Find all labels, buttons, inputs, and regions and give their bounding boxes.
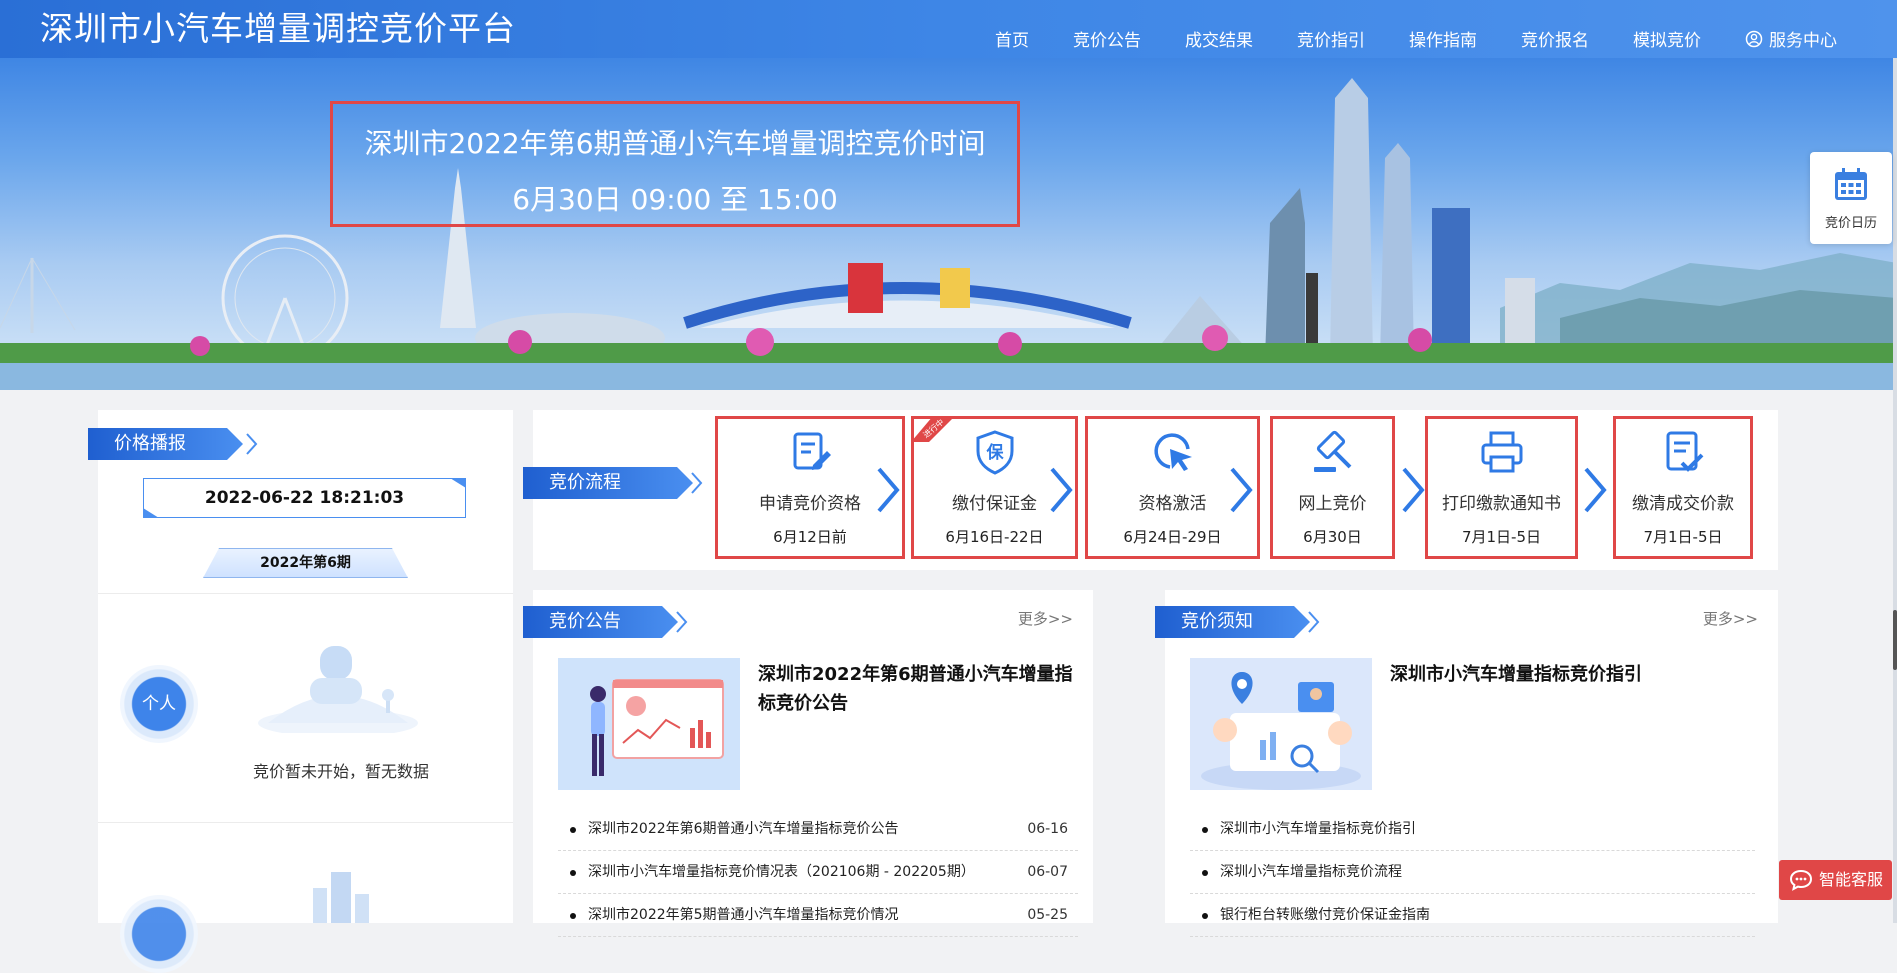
chevron-right-icon	[1050, 467, 1073, 513]
notice-ribbon: 竞价须知	[1155, 606, 1310, 638]
checklist-icon	[1666, 431, 1704, 472]
calendar-icon	[1835, 168, 1867, 200]
chat-bubble-icon	[1789, 869, 1813, 891]
process-step-print-notice[interactable]: 打印缴款通知书 7月1日-5日	[1425, 416, 1578, 559]
list-item[interactable]: 银行柜台转账缴付竞价保证金指南	[1190, 894, 1755, 937]
notice-list: 深圳市小汽车增量指标竞价指引 深圳小汽车增量指标竞价流程 银行柜台转账缴付竞价保…	[1190, 808, 1755, 937]
chevron-right-icon	[691, 472, 703, 494]
announcements-more-link[interactable]: 更多>>	[1018, 608, 1073, 629]
auction-process-panel: 竞价流程 申请竞价资格 6月12日前 保 缴付保证金 6月16日-22日 进行中	[533, 410, 1778, 570]
presentation-illustration	[558, 658, 740, 790]
announcements-ribbon: 竞价公告	[523, 606, 678, 638]
scrollbar-thumb[interactable]	[1893, 610, 1897, 670]
printer-icon	[1481, 431, 1522, 473]
nav-guide[interactable]: 竞价指引	[1297, 26, 1365, 51]
building-illustration	[313, 872, 369, 923]
page-scrollbar[interactable]	[1893, 58, 1897, 923]
list-item[interactable]: 深圳市小汽车增量指标竞价指引	[1190, 808, 1755, 851]
list-item[interactable]: 深圳市小汽车增量指标竞价情况表（202106期 - 202205期） 06-07	[558, 851, 1078, 894]
people-network-illustration	[1190, 658, 1372, 790]
price-broadcast-panel: 价格播报 2022-06-22 18:21:03 2022年第6期 个人 竞价暂…	[98, 410, 513, 973]
divider	[98, 593, 513, 594]
notice-feature-title[interactable]: 深圳市小汽车增量指标竞价指引	[1390, 660, 1710, 689]
announcement-feature-title[interactable]: 深圳市2022年第6期普通小汽车增量指标竞价公告	[758, 660, 1078, 718]
chevron-right-icon	[1308, 611, 1320, 633]
company-badge[interactable]	[120, 895, 198, 973]
personal-badge[interactable]: 个人	[120, 665, 198, 743]
list-item[interactable]: 深圳市2022年第5期普通小汽车增量指标竞价情况 05-25	[558, 894, 1078, 937]
announcement-feature-image[interactable]	[558, 658, 740, 790]
period-tag: 2022年第6期	[203, 548, 408, 578]
announcements-title: 竞价公告	[549, 611, 621, 632]
chevron-right-icon	[877, 467, 900, 513]
empty-data-message: 竞价暂未开始，暂无数据	[253, 762, 430, 781]
notice-title: 竞价须知	[1181, 611, 1253, 632]
price-broadcast-title: 价格播报	[114, 433, 186, 454]
chevron-right-icon	[1584, 467, 1607, 513]
price-broadcast-ribbon: 价格播报	[88, 428, 243, 460]
nav-home[interactable]: 首页	[995, 26, 1029, 51]
divider	[98, 822, 513, 823]
process-step-bidding[interactable]: 网上竞价 6月30日	[1270, 416, 1395, 559]
process-title: 竞价流程	[549, 472, 621, 493]
user-circle-icon	[1745, 30, 1763, 47]
nav-register[interactable]: 竞价报名	[1521, 26, 1589, 51]
hero-banner: 深圳市2022年第6期普通小汽车增量调控竞价时间 6月30日 09:00 至 1…	[0, 58, 1897, 390]
in-progress-badge: 进行中	[911, 416, 955, 442]
cursor-click-icon	[1153, 433, 1192, 471]
edit-document-icon	[793, 432, 831, 470]
announcements-list: 深圳市2022年第6期普通小汽车增量指标竞价公告 06-16 深圳市小汽车增量指标…	[558, 808, 1078, 937]
svg-text:保: 保	[985, 442, 1004, 463]
nav-simulation[interactable]: 模拟竞价	[1633, 26, 1701, 51]
process-step-pay-balance[interactable]: 缴清成交价款 7月1日-5日	[1613, 416, 1753, 559]
main-nav: 首页 竞价公告 成交结果 竞价指引 操作指南 竞价报名 模拟竞价 服务中心	[951, 26, 1837, 51]
chevron-right-icon	[1402, 467, 1425, 513]
top-navbar: 深圳市小汽车增量调控竞价平台 首页 竞价公告 成交结果 竞价指引 操作指南 竞价…	[0, 0, 1897, 58]
list-item[interactable]: 深圳小汽车增量指标竞价流程	[1190, 851, 1755, 894]
notice-more-link[interactable]: 更多>>	[1703, 608, 1758, 629]
calendar-label: 竞价日历	[1824, 216, 1877, 231]
nav-service-center[interactable]: 服务中心	[1745, 26, 1837, 51]
shield-icon: 保	[976, 430, 1013, 475]
auction-calendar-widget[interactable]: 竞价日历	[1810, 152, 1892, 244]
chevron-right-icon	[676, 611, 688, 633]
nav-results[interactable]: 成交结果	[1185, 26, 1253, 51]
auction-time-title: 深圳市2022年第6期普通小汽车增量调控竞价时间	[364, 127, 986, 160]
site-title[interactable]: 深圳市小汽车增量调控竞价平台	[40, 2, 516, 50]
announcements-panel: 竞价公告 更多>> 深圳市2022年第6期普通小汽车增量指标竞价公告 深圳市20…	[533, 590, 1093, 937]
nav-manual[interactable]: 操作指南	[1409, 26, 1477, 51]
empty-data-illustration	[258, 646, 418, 733]
list-item[interactable]: 深圳市2022年第6期普通小汽车增量指标竞价公告 06-16	[558, 808, 1078, 851]
gavel-icon	[1313, 430, 1351, 472]
auction-time-range: 6月30日 09:00 至 15:00	[512, 183, 838, 216]
process-ribbon: 竞价流程	[523, 467, 693, 499]
auction-time-notice: 深圳市2022年第6期普通小汽车增量调控竞价时间 6月30日 09:00 至 1…	[330, 101, 1020, 227]
server-clock: 2022-06-22 18:21:03	[143, 478, 466, 518]
smart-service-button[interactable]: 智能客服	[1779, 860, 1892, 900]
chevron-right-icon	[246, 433, 258, 455]
notice-feature-image[interactable]	[1190, 658, 1372, 790]
notice-panel: 竞价须知 更多>> 深圳市小汽车增量指标竞价指引 深圳市小汽车增量指标竞价指引 …	[1165, 590, 1778, 937]
chevron-right-icon	[1230, 467, 1253, 513]
nav-announcements[interactable]: 竞价公告	[1073, 26, 1141, 51]
